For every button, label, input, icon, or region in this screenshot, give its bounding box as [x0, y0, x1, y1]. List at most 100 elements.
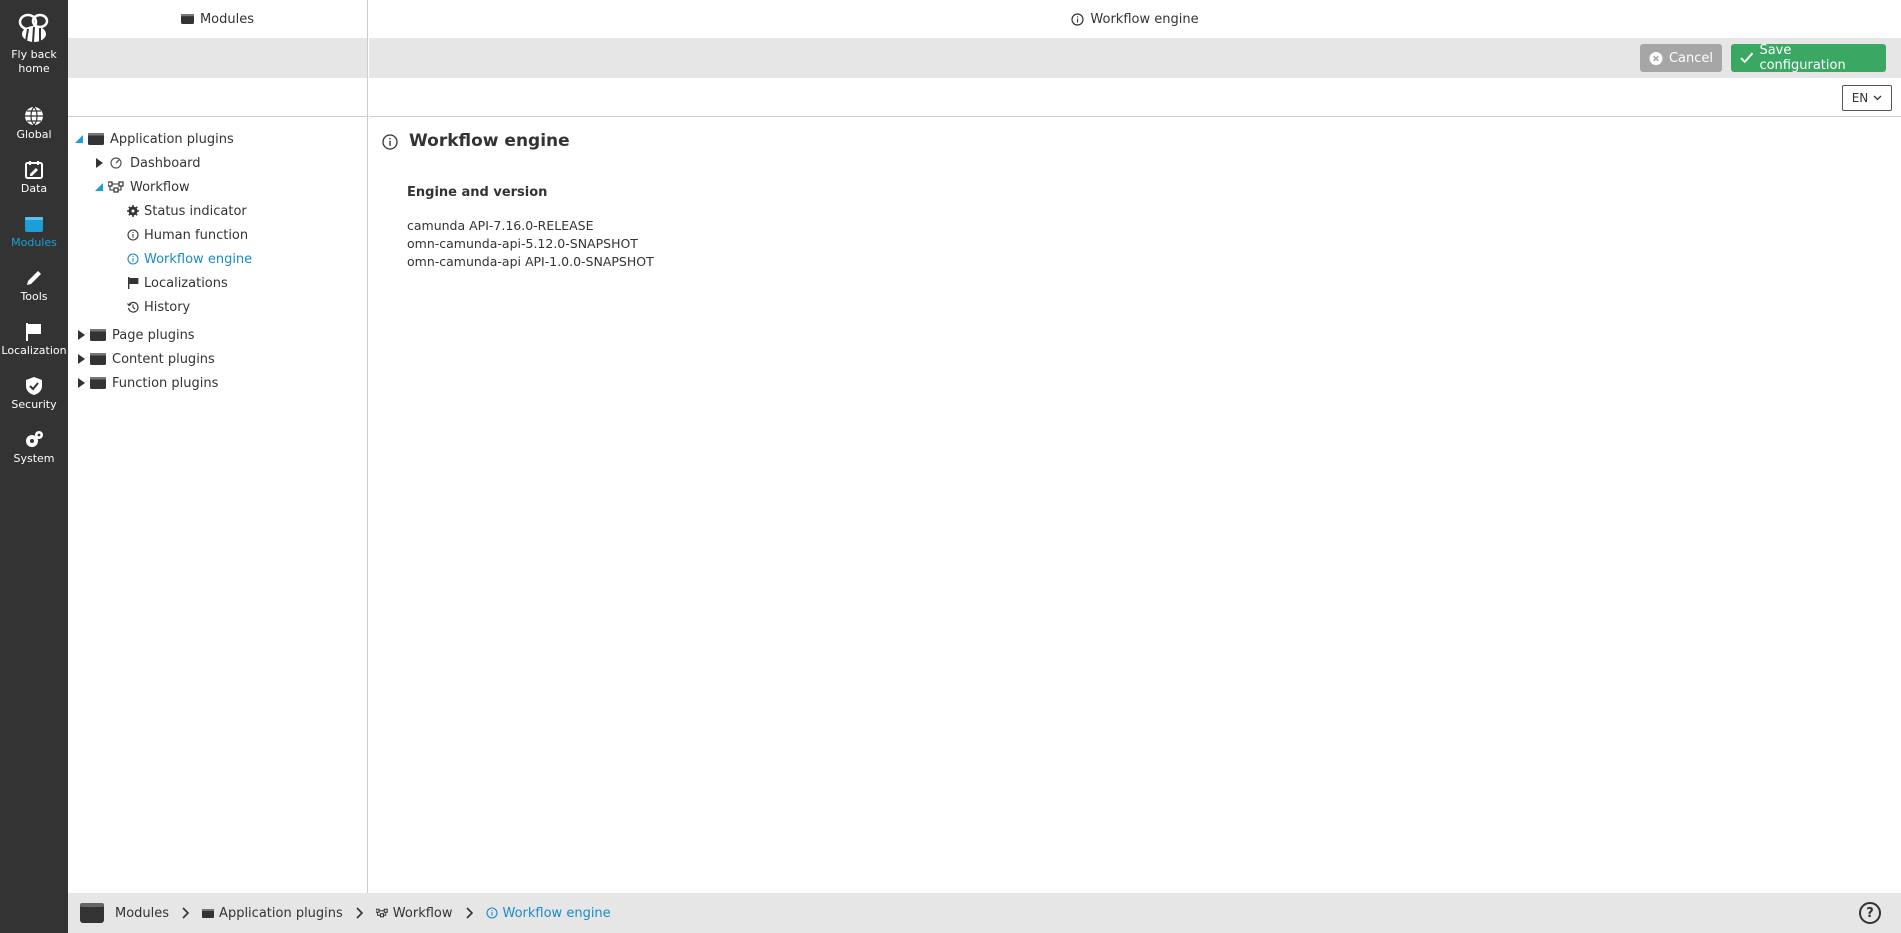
tree-node-label: Content plugins: [112, 351, 215, 367]
main-navigation-rail: Fly back home Global Data Modules Tools: [0, 0, 68, 933]
info-circle-icon: [1071, 12, 1085, 26]
flag-icon: [126, 277, 140, 289]
save-configuration-label: Save configuration: [1759, 43, 1846, 73]
collapsed-toggle-icon[interactable]: [92, 158, 106, 168]
version-line: camunda API-7.16.0-RELEASE: [407, 218, 594, 233]
tree-node-page-plugins[interactable]: Page plugins: [74, 325, 195, 345]
tree-node-label: Function plugins: [112, 375, 219, 391]
rail-item-data[interactable]: Data: [0, 160, 68, 196]
cancel-button[interactable]: Cancel: [1640, 44, 1722, 72]
page-title: Workflow engine: [409, 131, 570, 151]
rail-item-modules-label: Modules: [11, 236, 57, 249]
gear-icon: [126, 205, 140, 217]
rail-item-global[interactable]: Global: [0, 106, 68, 142]
content-toolbar: Cancel Save configuration: [369, 38, 1901, 78]
workflow-nodes-icon: [106, 181, 126, 193]
calendar-edit-icon: [25, 161, 43, 179]
language-select-value: EN: [1851, 91, 1869, 105]
tree-panel-header: Modules: [68, 0, 368, 38]
cancel-circle-icon: [1649, 51, 1663, 65]
tree-node-function-plugins[interactable]: Function plugins: [74, 373, 218, 393]
modules-box-icon: [88, 352, 108, 366]
tree-node-content-plugins[interactable]: Content plugins: [74, 349, 215, 369]
chevron-down-icon: [1873, 95, 1882, 101]
modules-box-icon: [25, 217, 43, 232]
rail-item-system-label: System: [13, 452, 55, 465]
rail-item-localization-label: Localization: [1, 344, 67, 357]
breadcrumb-workflow[interactable]: Workflow: [375, 905, 453, 921]
history-clock-icon: [126, 301, 140, 313]
rail-item-security[interactable]: Security: [0, 376, 68, 412]
help-question-icon: ?: [1866, 905, 1874, 921]
modules-box-icon: [80, 903, 104, 923]
breadcrumb-label: Workflow: [392, 905, 453, 921]
tree-node-label: Human function: [144, 227, 249, 243]
info-circle-icon: [485, 907, 498, 919]
checkmark-icon: [1740, 52, 1754, 64]
tree-node-history[interactable]: History: [126, 297, 190, 317]
rail-item-tools[interactable]: Tools: [0, 268, 68, 304]
breadcrumb-application-plugins[interactable]: Application plugins: [202, 906, 343, 921]
rail-item-tools-label: Tools: [20, 290, 48, 303]
module-tree: Application plugins Dashboard Workflow S…: [68, 117, 368, 893]
language-select[interactable]: EN: [1842, 85, 1892, 111]
breadcrumb-label: Application plugins: [219, 905, 343, 921]
modules-box-icon: [86, 132, 106, 146]
section-title: Engine and version: [407, 185, 548, 200]
save-configuration-button[interactable]: Save configuration: [1731, 43, 1886, 73]
breadcrumb-modules[interactable]: Modules: [80, 902, 169, 924]
chevron-right-icon: [356, 907, 363, 919]
breadcrumb-workflow-engine[interactable]: Workflow engine: [485, 905, 611, 921]
rail-item-system[interactable]: System: [0, 430, 68, 466]
collapsed-toggle-icon[interactable]: [74, 330, 88, 340]
gears-icon: [26, 431, 43, 447]
version-line: omn-camunda-api API-1.0.0-SNAPSHOT: [407, 254, 654, 269]
content-panel: Workflow engine Engine and version camun…: [369, 117, 1901, 893]
breadcrumb-label: Workflow engine: [502, 905, 611, 921]
tree-node-application-plugins[interactable]: Application plugins: [72, 129, 234, 149]
rail-item-modules[interactable]: Modules: [0, 214, 68, 250]
breadcrumb: Modules Application plugins Workflow Wor…: [68, 893, 1901, 933]
modules-box-icon: [180, 14, 194, 24]
help-button[interactable]: ?: [1859, 902, 1881, 924]
tree-node-status-indicator[interactable]: Status indicator: [126, 201, 247, 221]
cancel-button-label: Cancel: [1668, 50, 1713, 66]
tree-panel-title: Modules: [199, 11, 255, 27]
fly-back-home-label: Fly back home: [11, 48, 57, 75]
tree-node-workflow-engine[interactable]: Workflow engine: [126, 249, 252, 269]
modules-box-icon: [202, 908, 215, 918]
tree-node-label: History: [144, 299, 191, 315]
flag-icon: [26, 323, 41, 341]
rail-item-security-label: Security: [11, 398, 57, 411]
tree-node-label: Dashboard: [130, 155, 201, 171]
tree-node-dashboard[interactable]: Dashboard: [92, 153, 201, 173]
chevron-right-icon: [182, 907, 190, 919]
content-panel-title: Workflow engine: [1090, 11, 1199, 27]
expanded-toggle-icon[interactable]: [72, 135, 86, 143]
fly-back-home-button[interactable]: Fly back home: [0, 12, 68, 76]
tree-subbar: [68, 78, 368, 117]
workflow-nodes-icon: [375, 908, 388, 918]
info-circle-icon: [126, 253, 140, 265]
pencil-icon: [27, 271, 41, 285]
chevron-right-icon: [465, 907, 473, 919]
tree-toolbar: [68, 38, 368, 78]
tree-node-label: Workflow: [130, 179, 190, 195]
collapsed-toggle-icon[interactable]: [74, 354, 88, 364]
version-line: omn-camunda-api-5.12.0-SNAPSHOT: [407, 236, 638, 251]
tree-node-localizations[interactable]: Localizations: [126, 273, 228, 293]
tree-node-human-function[interactable]: Human function: [126, 225, 248, 245]
tree-node-label: Application plugins: [110, 131, 234, 147]
tree-node-workflow[interactable]: Workflow: [92, 177, 190, 197]
tree-node-label: Workflow engine: [144, 251, 253, 267]
rail-item-localization[interactable]: Localization: [0, 322, 68, 358]
info-circle-icon: [126, 229, 140, 241]
rail-item-global-label: Global: [16, 128, 52, 141]
info-circle-icon: [382, 134, 398, 150]
modules-box-icon: [88, 328, 108, 342]
collapsed-toggle-icon[interactable]: [74, 378, 88, 388]
rail-item-data-label: Data: [20, 182, 48, 195]
expanded-toggle-icon[interactable]: [92, 183, 106, 191]
breadcrumb-label: Modules: [115, 905, 170, 921]
tree-node-label: Status indicator: [144, 203, 247, 219]
